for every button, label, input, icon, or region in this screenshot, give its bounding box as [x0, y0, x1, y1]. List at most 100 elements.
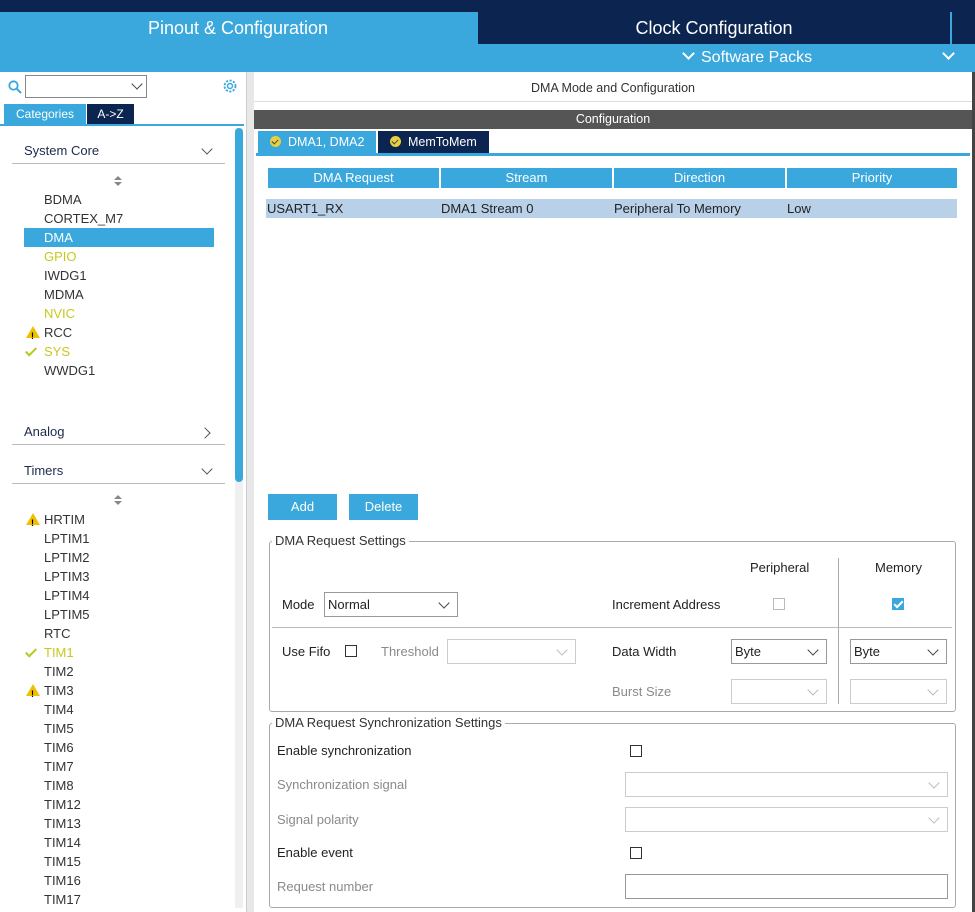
burst-memory-select[interactable] — [850, 679, 947, 704]
list-item-label: WWDG1 — [44, 363, 96, 378]
list-item-gpio[interactable]: GPIO — [24, 247, 214, 266]
tab-overflow[interactable] — [952, 12, 975, 44]
list-item-lptim4[interactable]: LPTIM4 — [24, 586, 214, 605]
list-item-label: LPTIM5 — [44, 607, 90, 622]
list-item-lptim3[interactable]: LPTIM3 — [24, 567, 214, 586]
search-icon[interactable] — [8, 80, 22, 94]
gear-icon[interactable] — [221, 77, 239, 95]
list-item-tim12[interactable]: TIM12 — [24, 795, 214, 814]
sort-icon[interactable] — [113, 176, 123, 188]
tab-pinout-configuration[interactable]: Pinout & Configuration — [0, 12, 476, 44]
tab-underline — [0, 124, 244, 126]
data-width-peripheral-select[interactable]: Byte — [731, 639, 827, 664]
tab-a-to-z[interactable]: A->Z — [87, 104, 134, 124]
delete-button[interactable]: Delete — [349, 494, 418, 520]
list-item-nvic[interactable]: NVIC — [24, 304, 214, 323]
list-item-tim8[interactable]: TIM8 — [24, 776, 214, 795]
tab-clock-configuration[interactable]: Clock Configuration — [478, 12, 950, 44]
mode-select-value: Normal — [328, 597, 370, 612]
list-item-label: NVIC — [44, 306, 76, 321]
add-button[interactable]: Add — [268, 494, 337, 520]
list-item-tim15[interactable]: TIM15 — [24, 852, 214, 871]
enable-sync-checkbox[interactable] — [630, 745, 642, 757]
list-item-tim2[interactable]: TIM2 — [24, 662, 214, 681]
increment-peripheral-checkbox[interactable] — [773, 598, 785, 610]
list-item-rtc[interactable]: RTC — [24, 624, 214, 643]
sort-icon[interactable] — [113, 495, 123, 507]
search-dropdown[interactable] — [25, 75, 147, 98]
list-item-label: CORTEX_M7 — [44, 211, 124, 226]
enable-sync-label: Enable synchronization — [277, 743, 412, 758]
section-analog[interactable]: Analog — [12, 419, 225, 445]
list-item-label: MDMA — [44, 287, 84, 302]
list-item-lptim2[interactable]: LPTIM2 — [24, 548, 214, 567]
tab-memtomem[interactable]: MemToMem — [378, 131, 489, 153]
list-item-tim14[interactable]: TIM14 — [24, 833, 214, 852]
list-item-cortex-m7[interactable]: CORTEX_M7 — [24, 209, 214, 228]
list-item-label: HRTIM — [44, 512, 85, 527]
sync-signal-select[interactable] — [625, 772, 948, 797]
tab-label: DMA1, DMA2 — [288, 135, 365, 149]
mode-select[interactable]: Normal — [324, 592, 458, 617]
data-width-peripheral-value: Byte — [735, 644, 762, 659]
list-item-dma[interactable]: DMA — [24, 228, 214, 247]
list-item-tim16[interactable]: TIM16 — [24, 871, 214, 890]
list-item-lptim1[interactable]: LPTIM1 — [24, 529, 214, 548]
mode-configuration-title: DMA Mode and Configuration — [254, 74, 972, 102]
warning-icon — [26, 513, 40, 533]
list-item-lptim5[interactable]: LPTIM5 — [24, 605, 214, 624]
list-item-label: SYS — [44, 344, 71, 359]
increment-memory-checkbox[interactable] — [892, 598, 904, 610]
list-item-mdma[interactable]: MDMA — [24, 285, 214, 304]
list-item-tim7[interactable]: TIM7 — [24, 757, 214, 776]
list-item-label: TIM14 — [44, 835, 81, 850]
list-item-label: IWDG1 — [44, 268, 87, 283]
pinout-menu[interactable]: Pi — [940, 44, 975, 94]
software-packs-menu[interactable]: Software Packs — [680, 44, 812, 72]
list-item-sys[interactable]: SYS — [24, 342, 214, 361]
list-item-label: TIM13 — [44, 816, 81, 831]
subtoolbar — [0, 44, 975, 72]
section-title: System Core — [24, 143, 100, 158]
list-item-tim5[interactable]: TIM5 — [24, 719, 214, 738]
list-item-tim3[interactable]: TIM3 — [24, 681, 214, 704]
check-circle-icon — [390, 136, 401, 147]
request-number-label: Request number — [277, 879, 374, 894]
column-header-dma-request[interactable]: DMA Request — [268, 168, 439, 188]
list-item-label: TIM16 — [44, 873, 81, 888]
data-width-memory-select[interactable]: Byte — [850, 639, 947, 664]
list-item-wwdg1[interactable]: WWDG1 — [24, 361, 214, 380]
tab-label: MemToMem — [408, 135, 477, 149]
use-fifo-checkbox[interactable] — [345, 645, 357, 657]
column-header-priority[interactable]: Priority — [787, 168, 957, 188]
list-item-iwdg1[interactable]: IWDG1 — [24, 266, 214, 285]
chevron-down-icon — [131, 78, 143, 90]
list-item-tim1[interactable]: TIM1 — [24, 643, 214, 662]
list-item-tim13[interactable]: TIM13 — [24, 814, 214, 833]
section-system-core[interactable]: System Core — [12, 138, 225, 164]
tab-dma1-dma2[interactable]: DMA1, DMA2 — [258, 131, 376, 153]
request-number-input[interactable] — [625, 874, 948, 899]
threshold-select[interactable] — [447, 639, 576, 664]
sidebar-scrollbar-thumb[interactable] — [235, 128, 243, 482]
chevron-down-icon — [807, 644, 819, 656]
threshold-label: Threshold — [381, 644, 439, 659]
increment-address-label: Increment Address — [612, 597, 721, 612]
configuration-header: Configuration — [254, 110, 972, 129]
signal-polarity-select[interactable] — [625, 807, 948, 832]
list-item-label: RTC — [44, 626, 71, 641]
list-item-rcc[interactable]: RCC — [24, 323, 214, 346]
panel-divider[interactable] — [247, 72, 254, 912]
list-item-hrtim[interactable]: HRTIM — [24, 510, 214, 533]
list-item-tim4[interactable]: TIM4 — [24, 700, 214, 719]
enable-event-checkbox[interactable] — [630, 847, 642, 859]
column-header-stream[interactable]: Stream — [441, 168, 612, 188]
list-item-tim6[interactable]: TIM6 — [24, 738, 214, 757]
cell-dma-request: USART1_RX — [267, 201, 344, 216]
section-timers[interactable]: Timers — [12, 458, 225, 484]
burst-peripheral-select[interactable] — [731, 679, 827, 704]
tab-categories[interactable]: Categories — [4, 104, 86, 124]
list-item-tim17[interactable]: TIM17 — [24, 890, 214, 909]
column-header-direction[interactable]: Direction — [614, 168, 785, 188]
list-item-bdma[interactable]: BDMA — [24, 190, 214, 209]
